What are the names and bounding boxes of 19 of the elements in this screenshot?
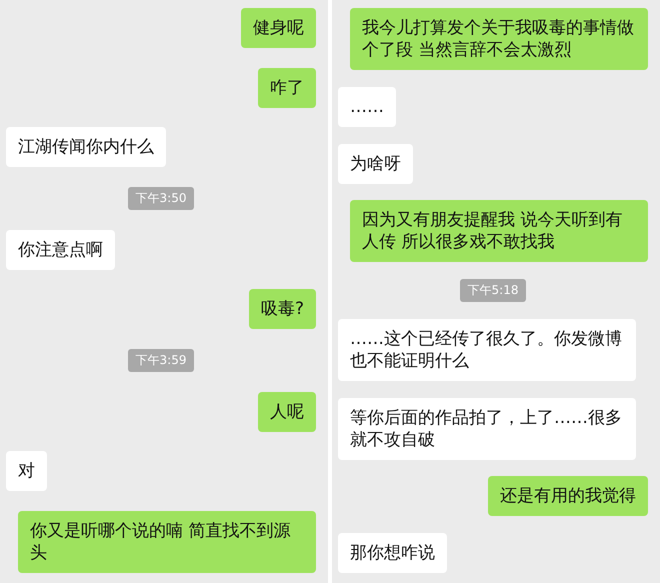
received-message: 你注意点啊 — [6, 230, 115, 270]
received-message: 为啥呀 — [338, 144, 413, 184]
timestamp: 下午5:18 — [460, 279, 526, 302]
sent-message: 因为又有朋友提醒我 说今天听到有人传 所以很多戏不敢找我 — [350, 200, 648, 262]
sent-message: 还是有用的我觉得 — [488, 476, 648, 516]
sent-message: 你又是听哪个说的喃 简直找不到源头 — [18, 510, 316, 573]
received-message: …… — [338, 86, 396, 127]
timestamp: 下午3:59 — [128, 348, 194, 372]
received-message: ……这个已经传了很久了。你发微博也不能证明什么 — [338, 318, 636, 381]
received-message: 对 — [6, 451, 47, 492]
sent-message: 人呢 — [258, 392, 316, 432]
sent-message: 健身呢 — [241, 8, 316, 48]
received-message: 那你想咋说 — [338, 533, 447, 573]
received-message: 江湖传闻你内什么 — [6, 127, 166, 168]
timestamp: 下午3:50 — [128, 186, 194, 210]
received-message: 等你后面的作品拍了，上了……很多就不攻自破 — [338, 398, 636, 460]
sent-message: 吸毒? — [248, 289, 316, 330]
sent-message: 我今儿打算发个关于我吸毒的事情做个了段 当然言辞不会太激烈 — [350, 8, 648, 70]
sent-message: 咋了 — [258, 68, 316, 108]
